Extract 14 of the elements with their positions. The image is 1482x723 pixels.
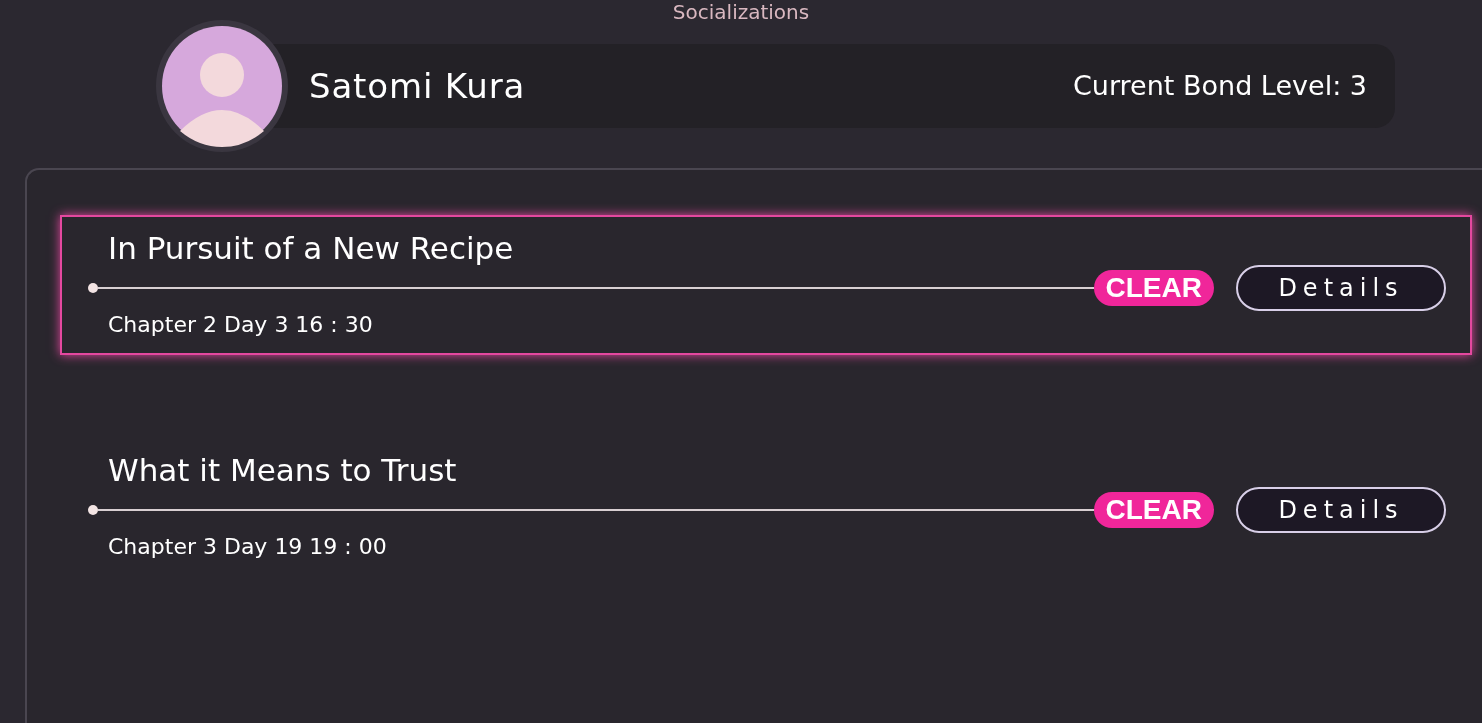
clear-badge: CLEAR	[1093, 492, 1214, 528]
event-title: In Pursuit of a New Recipe	[108, 229, 515, 268]
event-time: Chapter 2 Day 3 16 : 30	[108, 311, 374, 339]
avatar-icon	[155, 19, 289, 153]
details-button[interactable]: Details	[1236, 265, 1446, 311]
bond-level: Current Bond Level: 3	[1073, 68, 1367, 103]
screen-title: Socializations	[672, 0, 810, 26]
event-title: What it Means to Trust	[108, 451, 458, 490]
details-button[interactable]: Details	[1236, 487, 1446, 533]
character-name: Satomi Kura	[309, 64, 526, 108]
event-time: Chapter 3 Day 19 19 : 00	[108, 533, 388, 561]
clear-badge: CLEAR	[1093, 270, 1214, 306]
event-row[interactable]: In Pursuit of a New Recipe CLEAR Details Chapter 2 Day 3 16 : 30	[60, 215, 1472, 355]
event-row[interactable]: What it Means to Trust CLEAR Details Chapter 3 Day 19 19 : 00	[60, 437, 1472, 577]
